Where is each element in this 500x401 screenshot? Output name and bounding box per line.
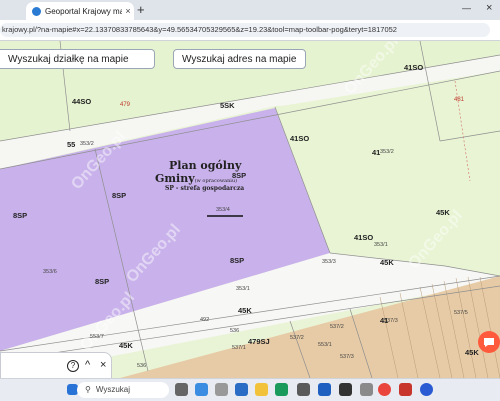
widgets-icon[interactable] <box>195 383 208 396</box>
chevron-up-icon[interactable]: ^ <box>85 359 90 371</box>
window-close-button[interactable]: × <box>486 2 492 14</box>
label: 479 <box>120 102 131 108</box>
label: 537/2 <box>290 335 304 341</box>
label: 537/1 <box>232 345 246 351</box>
label: 492 <box>200 317 210 323</box>
label: 5SK <box>220 101 235 110</box>
search-icon: ⚲ <box>85 385 91 394</box>
label: 537/5 <box>454 310 468 316</box>
tab-title: Geoportal Krajowy mapy i inform <box>45 6 122 16</box>
meet-icon[interactable] <box>215 383 228 396</box>
terminal-icon[interactable] <box>339 383 352 396</box>
label: 537/3 <box>384 318 398 324</box>
label: 8SP <box>95 277 110 286</box>
plan-title: Plan ogólny <box>169 159 242 172</box>
plan-subtitle: Gminy <box>155 172 195 185</box>
map-canvas <box>0 41 500 378</box>
file-explorer-icon[interactable] <box>255 383 268 396</box>
search-address-button[interactable]: Wyszukaj adres na mapie <box>173 49 306 69</box>
label: 353/1 <box>236 286 250 292</box>
search-parcel-button[interactable]: Wyszukaj działkę na mapie <box>0 49 155 69</box>
app-red-icon[interactable] <box>399 383 412 396</box>
task-view-icon[interactable] <box>175 383 188 396</box>
label: 353/1 <box>374 242 388 248</box>
close-icon[interactable]: × <box>100 359 106 371</box>
label: 537/2 <box>330 324 344 330</box>
browser-tab-bar: Geoportal Krajowy mapy i inform × + — × <box>0 0 500 20</box>
label: 45K <box>380 258 394 267</box>
label: 353/2 <box>80 141 94 147</box>
label: 536 <box>230 328 240 334</box>
label: 44SO <box>72 97 92 106</box>
plan-zone-desc: SP - strefa gospodarcza <box>165 185 245 192</box>
url-text: krajowy.pl/?na-mapie#x=22.13370833785643… <box>2 25 397 34</box>
tab-close-icon[interactable]: × <box>122 6 134 16</box>
map-view[interactable]: OnGeo.pl OnGeo.pl OnGeo.pl OnGeo.pl OnGe… <box>0 41 500 378</box>
taskbar-search-text: Wyszukaj <box>95 385 131 394</box>
address-bar-row: krajowy.pl/?na-mapie#x=22.13370833785643… <box>0 20 500 41</box>
new-tab-button[interactable]: + <box>137 3 145 17</box>
chat-icon <box>484 338 494 347</box>
taskbar: ⚲ Wyszukaj <box>0 378 500 401</box>
store-icon[interactable] <box>297 383 310 396</box>
help-icon[interactable]: ? <box>67 360 79 372</box>
label: 353/6 <box>43 269 57 275</box>
mail-icon[interactable] <box>235 383 248 396</box>
label: 536 <box>137 363 147 369</box>
tab-geoportal[interactable]: Geoportal Krajowy mapy i inform × <box>26 2 134 20</box>
label: 45K <box>238 306 252 315</box>
label: 479SJ <box>248 337 270 346</box>
app-blue-icon[interactable] <box>420 383 433 396</box>
label: 45K <box>465 348 479 357</box>
label: 45K <box>119 341 133 350</box>
plan-zone-code: 8SP <box>232 171 247 180</box>
label: 553/7 <box>90 334 104 340</box>
chat-bubble-button[interactable] <box>478 331 500 353</box>
plan-subtitle-note: (w opracowaniu) <box>194 178 238 184</box>
taskbar-search[interactable]: ⚲ Wyszukaj <box>77 382 169 398</box>
label: 481 <box>454 97 465 103</box>
settings-icon[interactable] <box>360 383 373 396</box>
word-icon[interactable] <box>318 383 331 396</box>
label: 353/4 <box>216 207 230 213</box>
minimize-button[interactable]: — <box>462 3 471 13</box>
edge-icon[interactable] <box>275 383 288 396</box>
label: 55 <box>67 140 76 149</box>
label: 353/2 <box>380 149 394 155</box>
chrome-icon[interactable] <box>378 383 391 396</box>
label: 41SO <box>404 63 424 72</box>
label: 353/3 <box>322 259 336 265</box>
label: 45K <box>436 208 450 217</box>
url-field[interactable]: krajowy.pl/?na-mapie#x=22.13370833785643… <box>0 23 490 37</box>
label: 553/1 <box>318 342 332 348</box>
geoportal-favicon-icon <box>32 6 41 16</box>
label: 41SO <box>354 233 374 242</box>
plan-subtitle-row: Gminy(w opracowaniu) <box>155 172 237 185</box>
map-controls-panel: ? ^ × <box>0 352 112 378</box>
label: 8SP <box>230 256 245 265</box>
label: 537/3 <box>340 354 354 360</box>
label: 8SP <box>112 191 127 200</box>
label: 41SO <box>290 134 310 143</box>
label: 8SP <box>13 211 28 220</box>
